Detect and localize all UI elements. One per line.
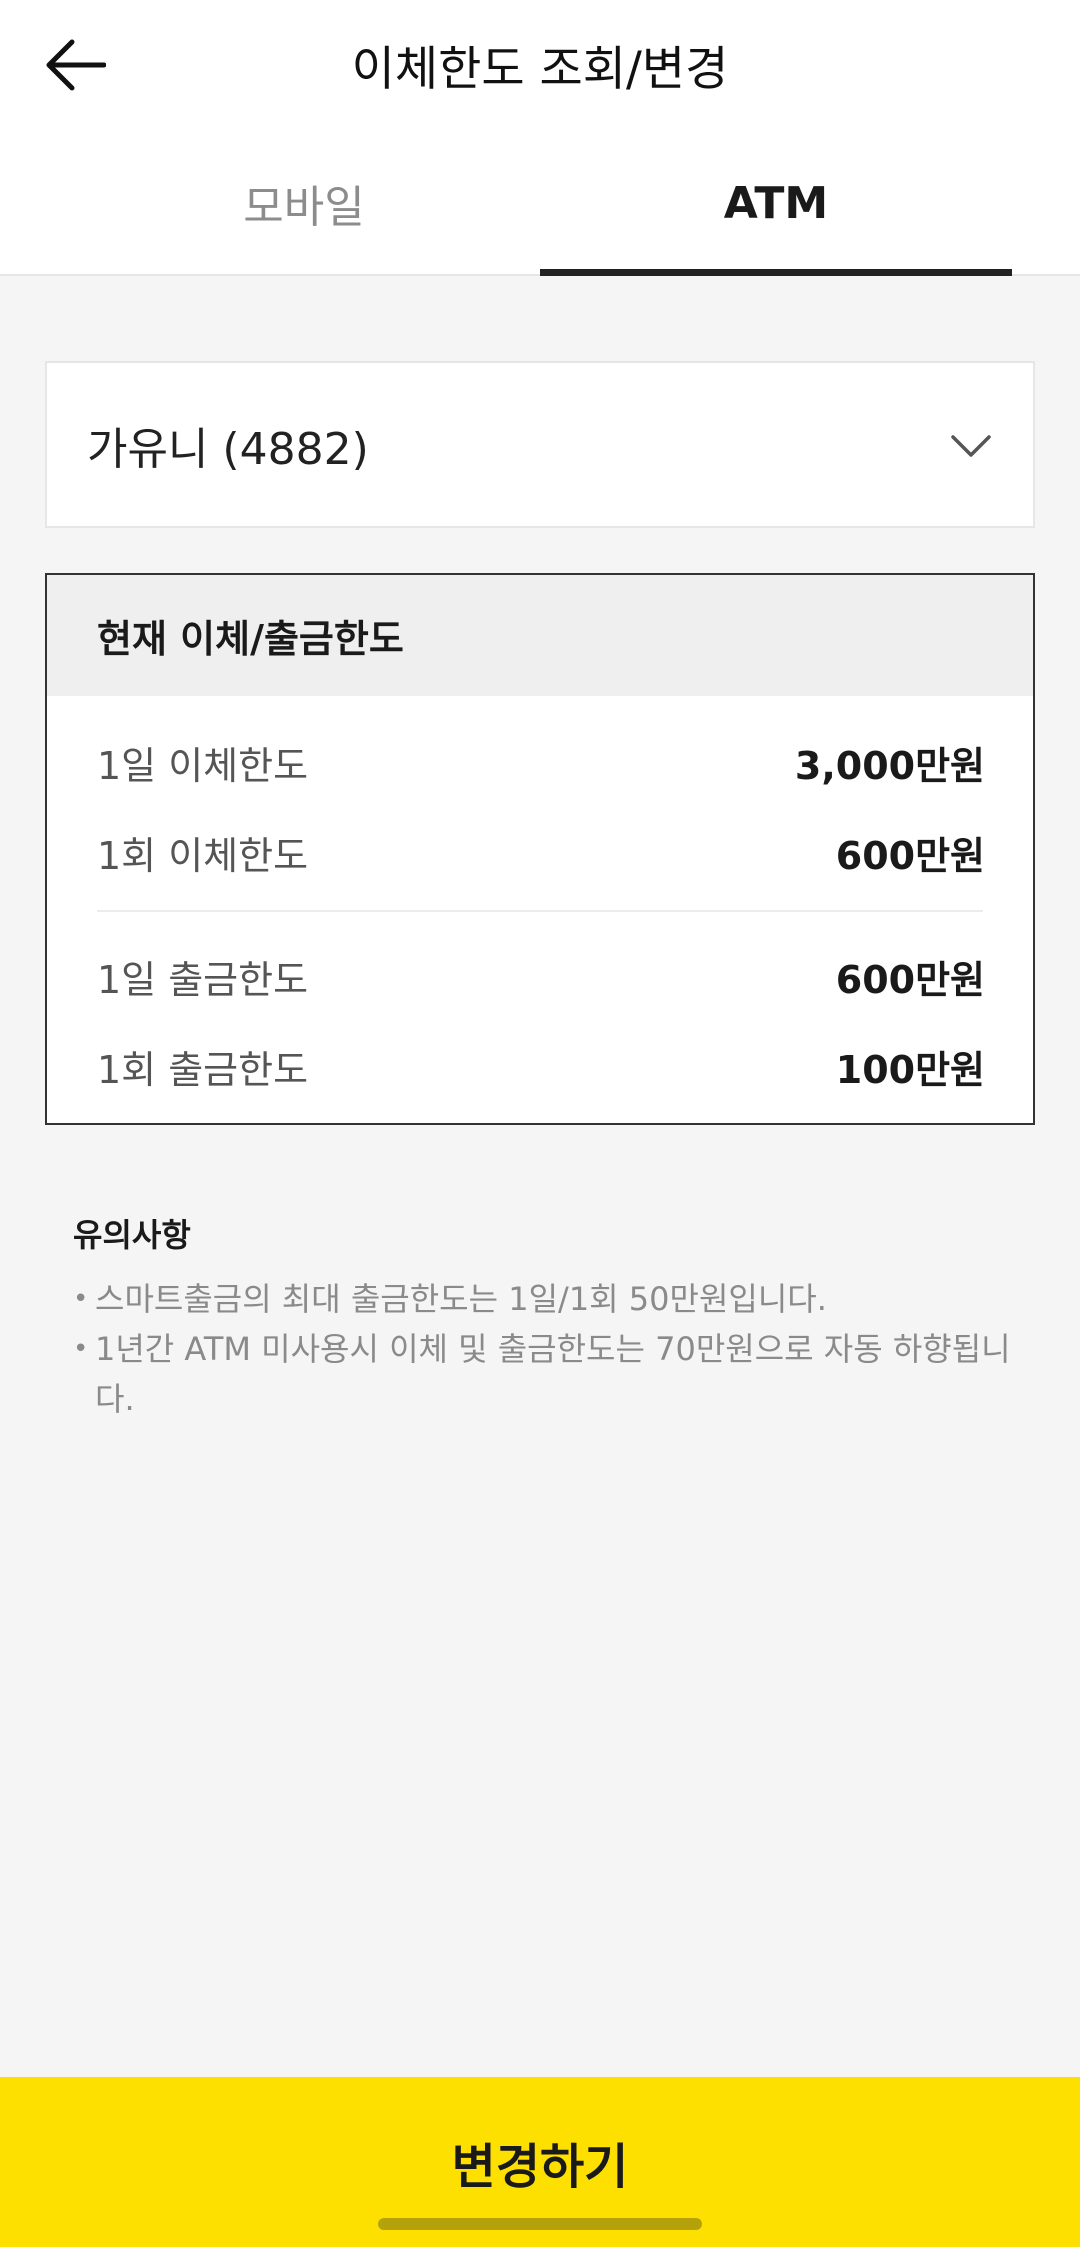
notice-text: 스마트출금의 최대 출금한도는 1일/1회 50만원입니다. — [95, 1280, 827, 1318]
bullet: • — [73, 1334, 89, 1364]
notice-item: • 스마트출금의 최대 출금한도는 1일/1회 50만원입니다. — [73, 1274, 1023, 1324]
row-value: 600만원 — [835, 957, 985, 1002]
notice-section: 유의사항 • 스마트출금의 최대 출금한도는 1일/1회 50만원입니다. • … — [73, 1210, 1023, 1424]
bullet: • — [73, 1284, 89, 1314]
account-dropdown[interactable]: 가유니 (4882) — [45, 361, 1035, 528]
row-value: 600만원 — [835, 833, 985, 878]
daily-withdrawal-limit-row: 1일 출금한도 600만원 — [97, 936, 985, 1016]
row-value: 100만원 — [835, 1047, 985, 1092]
daily-transfer-limit-row: 1일 이체한도 3,000만원 — [97, 722, 985, 802]
notice-text: 1년간 ATM 미사용시 이체 및 출금한도는 70만원으로 자동 하향됩니다. — [95, 1330, 1011, 1418]
row-label: 1일 이체한도 — [97, 743, 309, 788]
tab-atm[interactable]: ATM — [540, 130, 1012, 276]
per-transfer-limit-row: 1회 이체한도 600만원 — [97, 812, 985, 892]
row-label: 1회 출금한도 — [97, 1047, 309, 1092]
row-label: 1회 이체한도 — [97, 833, 309, 878]
page-title: 이체한도 조회/변경 — [351, 42, 729, 97]
tab-selected-indicator — [540, 269, 1012, 276]
limit-inquiry-screen: 이체한도 조회/변경 모바일 ATM 가유니 (4882) 현재 이체/출금한도… — [0, 0, 1080, 2247]
chevron-down-icon — [951, 435, 991, 457]
notice-title: 유의사항 — [73, 1216, 191, 1254]
app-header: 이체한도 조회/변경 — [0, 0, 1080, 130]
account-selected-value: 가유니 (4882) — [87, 423, 369, 475]
tab-mobile[interactable]: 모바일 — [68, 130, 540, 276]
notice-item: • 1년간 ATM 미사용시 이체 및 출금한도는 70만원으로 자동 하향됩니… — [73, 1324, 1023, 1424]
current-limit-heading: 현재 이체/출금한도 — [47, 575, 1033, 696]
tab-bar: 모바일 ATM — [0, 130, 1080, 276]
current-limit-card: 현재 이체/출금한도 1일 이체한도 3,000만원 1회 이체한도 600만원… — [45, 573, 1035, 1125]
home-indicator[interactable] — [378, 2218, 702, 2230]
row-label: 1일 출금한도 — [97, 957, 309, 1002]
per-withdrawal-limit-row: 1회 출금한도 100만원 — [97, 1026, 985, 1106]
section-divider — [97, 910, 983, 912]
row-value: 3,000만원 — [794, 743, 985, 788]
